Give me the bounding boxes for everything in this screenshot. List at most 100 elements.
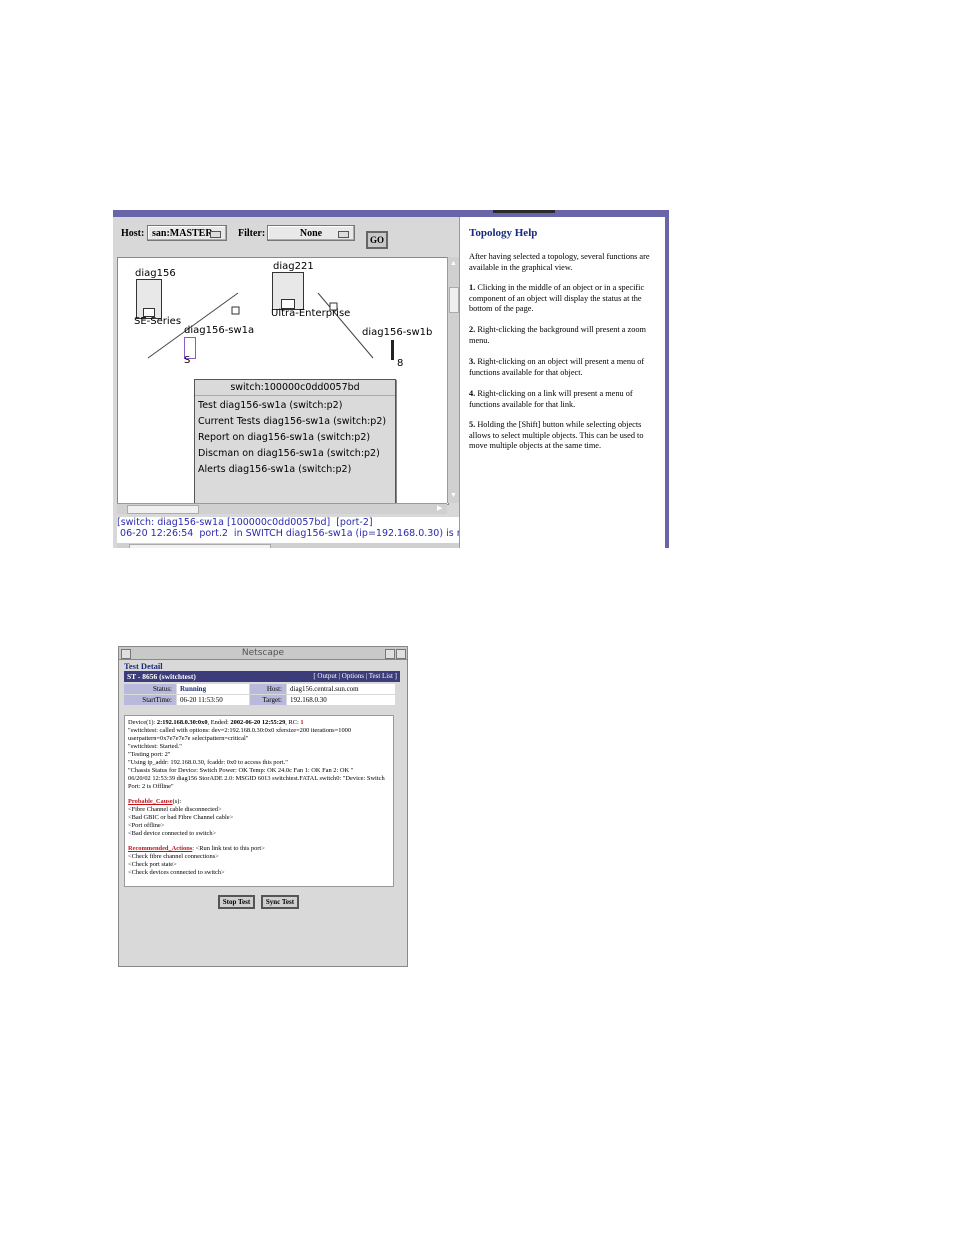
menu-item-discman[interactable]: Discman on diag156-sw1a (switch:p2)	[198, 447, 380, 460]
recommended-label: Recommended_Actions	[128, 845, 193, 852]
help-item-number: 2.	[469, 325, 476, 334]
target-key: Target:	[250, 695, 286, 705]
status-line: 06-20 12:26:54 port.2 in SWITCH diag156-…	[117, 528, 468, 539]
help-title: Topology Help	[469, 227, 538, 239]
log-line: "switchtest: Started."	[128, 743, 182, 750]
help-item-text: Right-clicking on a link will present a …	[469, 389, 633, 409]
node-type-diag221: Ultra-Enterprise	[271, 308, 351, 319]
menu-item-report[interactable]: Report on diag156-sw1a (switch:p2)	[198, 431, 370, 444]
help-item-5: 5. Holding the [Shift] button while sele…	[469, 420, 655, 452]
scroll-down-icon[interactable]: ▼	[450, 491, 457, 499]
node-label-sw1b: diag156-sw1b	[362, 327, 433, 338]
window-right-border	[665, 217, 669, 548]
action-item: <Check devices connected to switch>	[128, 869, 225, 876]
scroll-thumb[interactable]	[449, 287, 459, 313]
action-item: <Check port state>	[128, 861, 177, 868]
log-line: "switchtest: called with options: dev=2:…	[128, 727, 352, 742]
minimize-icon[interactable]	[385, 649, 395, 659]
menu-item-test[interactable]: Test diag156-sw1a (switch:p2)	[198, 399, 342, 412]
help-item-number: 5.	[469, 420, 476, 429]
filter-select-value: None	[299, 228, 323, 239]
canvas-horizontal-scrollbar[interactable]: ▶	[117, 503, 447, 514]
topology-window: Host: san:MASTER Filter: None GO diag156…	[113, 210, 669, 548]
node-diag156[interactable]	[136, 279, 162, 319]
probable-cause-heading: Probable_Cause(s):	[128, 798, 390, 806]
start-time-key: StartTime:	[124, 695, 176, 705]
window-top-border	[113, 210, 669, 217]
test-nav-links[interactable]: [ Output | Options | Test List ]	[313, 671, 397, 682]
context-menu-title: switch:100000c0dd0057bd	[195, 380, 395, 396]
node-label-sw1a: diag156-sw1a	[184, 325, 255, 336]
host-select-value: san:MASTER	[152, 228, 213, 239]
help-intro: After having selected a topology, severa…	[469, 252, 650, 272]
host-value: diag156.central.sun.com	[287, 684, 395, 694]
recommended-suffix: : <Run link test to this port>	[192, 845, 265, 852]
probable-cause-label: Probable_Cause	[128, 798, 173, 805]
node-partial-label: 8	[397, 358, 404, 369]
node-label-diag156: diag156	[135, 268, 176, 279]
log-line: 06/20/02 12:53:39 diag156 StorADE 2.0: M…	[128, 775, 385, 790]
help-item-text: Right-clicking the background will prese…	[469, 325, 646, 345]
help-item-text: Clicking in the middle of an object or i…	[469, 283, 645, 313]
scroll-right-icon[interactable]: ▶	[437, 504, 442, 512]
sync-test-button[interactable]: Sync Test	[261, 895, 299, 909]
rc-value: 1	[300, 719, 304, 726]
rc-label: , RC:	[285, 719, 301, 726]
status-horizontal-scrollbar[interactable]	[117, 543, 459, 548]
node-partial-label: S	[184, 355, 191, 366]
maximize-icon[interactable]	[396, 649, 406, 659]
start-time-value: 06-20 11:53:50	[177, 695, 249, 705]
filter-select[interactable]: None	[267, 225, 355, 241]
host-key: Host:	[250, 684, 286, 694]
node-sw1b[interactable]	[391, 340, 394, 360]
window-top-tab	[493, 210, 555, 213]
help-item-text: Right-clicking on an object will present…	[469, 357, 645, 377]
canvas-vertical-scrollbar[interactable]: ▲ ▼	[447, 257, 459, 503]
device-prefix: Device(1):	[128, 719, 157, 726]
context-menu: switch:100000c0dd0057bd Test diag156-sw1…	[194, 379, 396, 507]
help-item-number: 4.	[469, 389, 476, 398]
help-item-text: Holding the [Shift] button while selecti…	[469, 420, 644, 450]
node-label-diag221: diag221	[273, 261, 314, 272]
menu-item-alerts[interactable]: Alerts diag156-sw1a (switch:p2)	[198, 463, 351, 476]
host-select[interactable]: san:MASTER	[147, 225, 227, 241]
ended-label: , Ended:	[207, 719, 231, 726]
dropdown-icon	[210, 231, 221, 238]
help-item-number: 1.	[469, 283, 476, 292]
host-label: Host:	[121, 228, 145, 239]
node-diag221[interactable]	[272, 272, 304, 310]
target-value: 192.168.0.30	[287, 695, 395, 705]
topology-canvas[interactable]: diag156 SE-Series diag221 Ultra-Enterpri…	[117, 257, 449, 507]
stop-test-button[interactable]: Stop Test	[218, 895, 255, 909]
netscape-window: Netscape Test Detail ST - 8656 (switchte…	[118, 646, 408, 967]
test-title: ST - 8656 (switchtest)	[127, 672, 196, 681]
scroll-up-icon[interactable]: ▲	[450, 259, 457, 267]
link-port-marker[interactable]	[231, 306, 240, 315]
log-line: "Using ip_addr: 192.168.0.30, fcaddr: 0x…	[128, 759, 288, 766]
help-item-4: 4. Right-clicking on a link will present…	[469, 389, 655, 410]
link-diag221-sw1b[interactable]	[317, 292, 374, 359]
recommended-heading: Recommended_Actions: <Run link test to t…	[128, 845, 390, 853]
test-output-log: Device(1): 2:192.168.0.30:0x0, Ended: 20…	[124, 715, 394, 887]
scroll-thumb[interactable]	[127, 505, 199, 514]
window-menu-icon[interactable]	[121, 649, 131, 659]
help-item-1: 1. Clicking in the middle of an object o…	[469, 283, 655, 315]
menu-item-current-tests[interactable]: Current Tests diag156-sw1a (switch:p2)	[198, 415, 386, 428]
help-item-2: 2. Right-clicking the background will pr…	[469, 325, 655, 346]
scroll-thumb[interactable]	[129, 544, 271, 548]
page-heading: Test Detail	[124, 661, 163, 671]
cause-item: <Bad device connected to switch>	[128, 830, 217, 837]
status-key: Status:	[124, 684, 176, 694]
device-address: 2:192.168.0.30:0x0	[156, 719, 208, 726]
go-button[interactable]: GO	[366, 231, 388, 249]
help-item-number: 3.	[469, 357, 476, 366]
cause-item: <Bad GBIC or bad Fibre Channel cable>	[128, 814, 234, 821]
window-title: Netscape	[119, 647, 407, 660]
filter-label: Filter:	[238, 228, 266, 239]
node-type-diag156: SE-Series	[134, 316, 182, 327]
status-line: [switch: diag156-sw1a [100000c0dd0057bd]…	[117, 517, 373, 528]
cause-item: <Port offline>	[128, 822, 165, 829]
status-value: Running	[177, 684, 249, 694]
